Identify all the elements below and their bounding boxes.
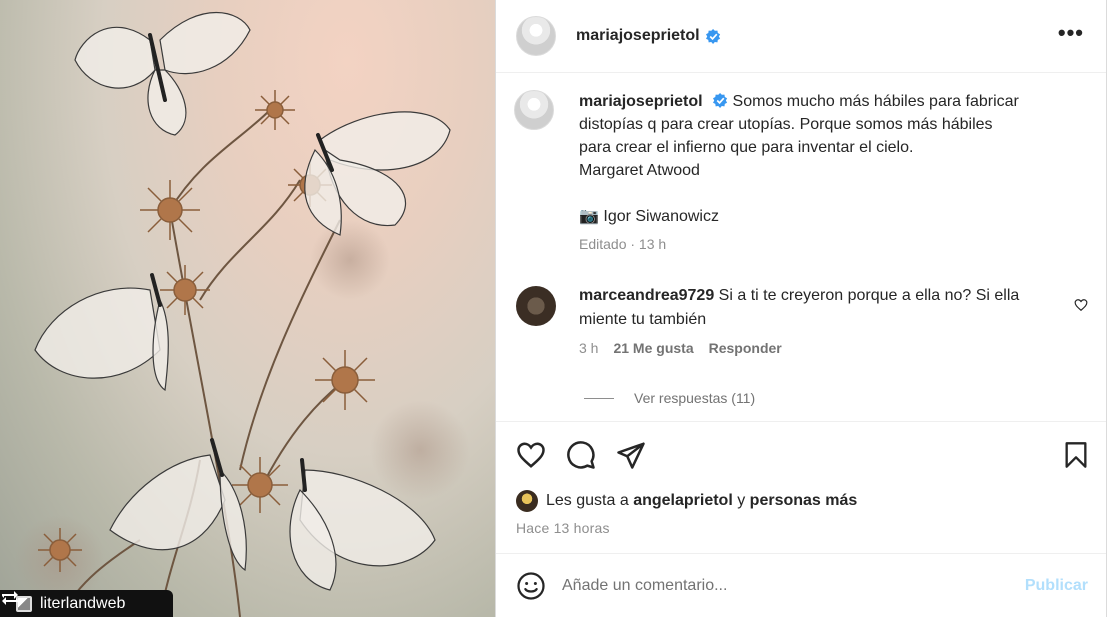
liker-avatar[interactable] bbox=[516, 490, 538, 512]
liker-username[interactable]: angelaprietol bbox=[633, 492, 733, 510]
verified-icon bbox=[705, 28, 720, 44]
view-replies-label[interactable]: Ver respuestas (11) bbox=[634, 390, 755, 406]
reply-button[interactable]: Responder bbox=[709, 340, 782, 356]
commenter-username[interactable]: marceandrea9729 bbox=[579, 287, 714, 304]
comment-text: marceandrea9729 Si a ti te creyeron porq… bbox=[579, 284, 1039, 332]
likes-prefix: Les gusta a bbox=[546, 492, 629, 509]
commenter-avatar[interactable] bbox=[516, 286, 556, 326]
caption-line-2: distopías q para crear utopías. Porque s… bbox=[579, 116, 993, 133]
likes-middle: y bbox=[737, 492, 746, 509]
comment-heart-icon[interactable] bbox=[1074, 298, 1088, 312]
heart-icon[interactable] bbox=[516, 440, 546, 470]
verified-icon bbox=[713, 93, 728, 108]
watermark-text: literlandweb bbox=[40, 594, 126, 612]
likes-summary: Les gusta a angelaprietol y personas más bbox=[516, 490, 857, 512]
author-username[interactable]: mariajoseprietol bbox=[576, 27, 700, 45]
publish-button[interactable]: Publicar bbox=[1025, 577, 1088, 595]
post-header: mariajoseprietol ••• bbox=[496, 0, 1106, 73]
comment-item: marceandrea9729 Si a ti te creyeron porq… bbox=[516, 284, 1096, 356]
comments-section: mariajoseprietol Somos mucho más hábiles… bbox=[496, 74, 1106, 421]
post-image[interactable]: literlandweb bbox=[0, 0, 495, 617]
action-row bbox=[516, 440, 1090, 470]
caption-meta: Editado · 13 h bbox=[579, 236, 667, 252]
caption-username[interactable]: mariajoseprietol bbox=[579, 93, 703, 110]
caption: mariajoseprietol Somos mucho más hábiles… bbox=[514, 90, 1094, 252]
likes-others-link[interactable]: personas más bbox=[750, 492, 858, 510]
share-icon[interactable] bbox=[616, 440, 646, 470]
view-replies[interactable]: Ver respuestas (11) bbox=[584, 390, 755, 406]
author-avatar[interactable] bbox=[516, 16, 556, 56]
repost-watermark: literlandweb bbox=[0, 590, 173, 617]
comment-likes[interactable]: 21 Me gusta bbox=[613, 340, 693, 356]
more-icon[interactable]: ••• bbox=[1058, 22, 1084, 44]
post-time: Hace 13 horas bbox=[516, 520, 610, 536]
caption-line-1: Somos mucho más hábiles para fabricar bbox=[732, 93, 1019, 110]
emoji-icon[interactable] bbox=[516, 571, 546, 601]
comment-time: 3 h bbox=[579, 340, 599, 356]
add-comment-bar: Publicar bbox=[496, 553, 1106, 617]
comment-meta: 3 h 21 Me gusta Responder bbox=[579, 340, 1096, 356]
post-actions: Les gusta a angelaprietol y personas más… bbox=[496, 421, 1106, 553]
caption-credit: 📷 Igor Siwanowicz bbox=[579, 208, 719, 225]
replies-divider bbox=[584, 397, 614, 399]
caption-line-3: para crear el infierno que para inventar… bbox=[579, 139, 914, 156]
comment-icon[interactable] bbox=[566, 440, 596, 470]
caption-line-4: Margaret Atwood bbox=[579, 162, 700, 179]
post-side-panel: mariajoseprietol ••• mariajoseprietol So… bbox=[495, 0, 1107, 617]
caption-text: mariajoseprietol Somos mucho más hábiles… bbox=[579, 90, 1094, 228]
comment-input[interactable] bbox=[562, 576, 1002, 595]
butterflies-photo bbox=[15, 12, 470, 617]
bookmark-icon[interactable] bbox=[1062, 440, 1090, 470]
caption-avatar[interactable] bbox=[514, 90, 554, 130]
